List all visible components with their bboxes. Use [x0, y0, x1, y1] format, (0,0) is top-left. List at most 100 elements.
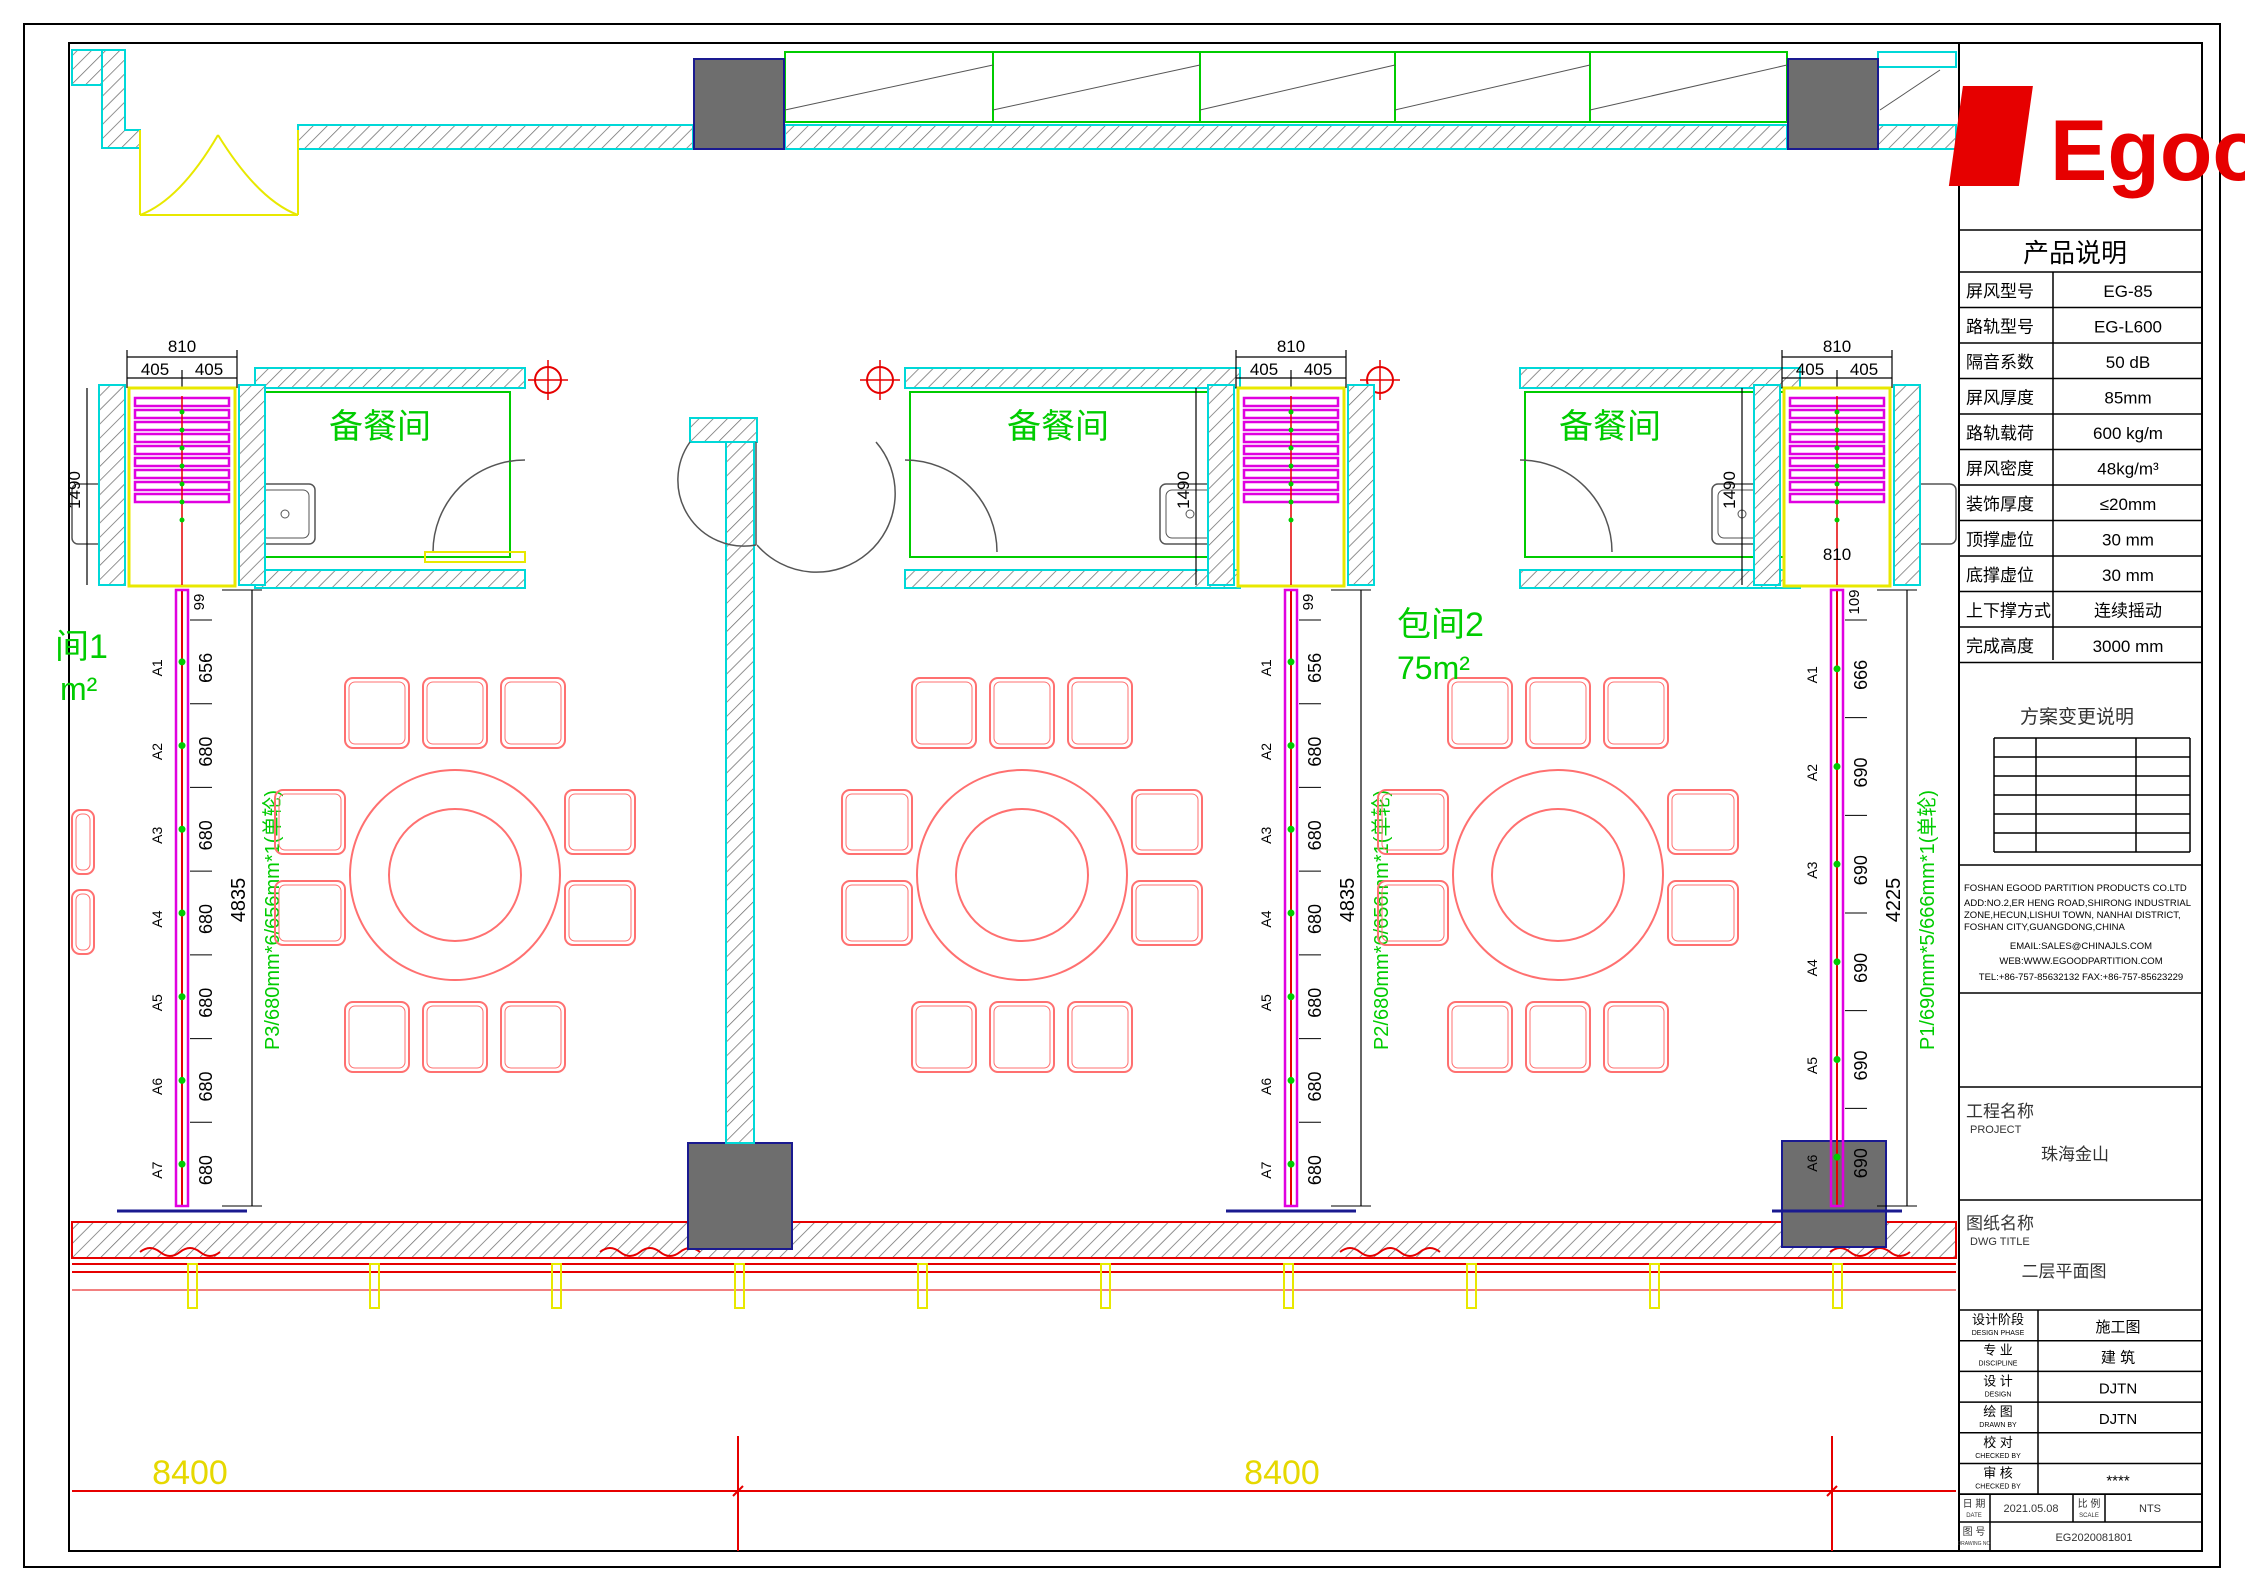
dim-8400-right: 8400 [1244, 1454, 1320, 1492]
stack-dot [1834, 463, 1840, 469]
panel-tag: A3 [149, 827, 165, 844]
column [693, 58, 785, 150]
stack-dot [1288, 481, 1294, 487]
info-label-en: DISCIPLINE [1979, 1361, 2018, 1368]
dwg-label: 图纸名称 [1966, 1214, 2034, 1233]
product-header: 产品说明 [2023, 238, 2127, 268]
dining-furniture [71, 677, 1739, 1073]
dim-1490: 1490 [1720, 471, 1739, 509]
chair [1525, 1001, 1591, 1073]
cad-drawing-sheet: 8400 8400 810 405 405 1490 99 656 A1 680 A2 680 A3… [0, 0, 2245, 1587]
dim-810: 810 [1277, 337, 1305, 356]
chair-seat [348, 681, 406, 745]
panel-tag: A2 [1804, 764, 1820, 781]
lazy-susan [955, 808, 1089, 942]
spec-label: 隔音系数 [1966, 353, 2034, 372]
chair-seat [504, 681, 562, 745]
chair-seat [75, 813, 91, 871]
panel-dim: 680 [196, 1071, 216, 1101]
chair [1667, 880, 1739, 946]
chair [1131, 789, 1203, 855]
panel-tag: A5 [1804, 1057, 1820, 1074]
info-value: 施工图 [2095, 1319, 2140, 1336]
info-value: DJTN [2099, 1411, 2137, 1428]
info-value: **** [2106, 1473, 2130, 1490]
info-label-en: DESIGN PHASE [1972, 1330, 2025, 1337]
chair [1067, 1001, 1133, 1073]
info-value: DJTN [2099, 1380, 2137, 1397]
chair [1667, 789, 1739, 855]
spec-label: 装饰厚度 [1966, 495, 2034, 514]
partition-stack: 810 405 405 1490 99 656 A1 680 A2 680 A3 680 A4 680 A5… [65, 337, 284, 1213]
stack-dot [179, 481, 185, 487]
chair-seat [845, 884, 909, 942]
panel-dot [1287, 658, 1295, 666]
chair [71, 809, 95, 875]
door-swing [1519, 459, 1613, 553]
stack-dot [1834, 481, 1840, 487]
chair [422, 1001, 488, 1073]
dim-total: 4835 [228, 878, 250, 923]
bottom-wall [71, 1140, 1957, 1309]
company-line: EMAIL:SALES@CHINAJLS.COM [2010, 941, 2152, 952]
dim-810-bottom: 810 [1823, 545, 1851, 564]
floor-plan-svg: 8400 8400 810 405 405 1490 99 656 A1 680 A2 680 A3… [23, 23, 2245, 1568]
panel-dim: 690 [1851, 1050, 1871, 1080]
chair [500, 677, 566, 749]
company-line: FOSHAN EGOOD PARTITION PRODUCTS CO.LTD [1964, 883, 2187, 894]
chair [1525, 677, 1591, 749]
stack-dot [1288, 409, 1294, 415]
panel-tag: A1 [1258, 659, 1274, 676]
chair [989, 677, 1055, 749]
stack-dot [1834, 445, 1840, 451]
pantry-bottom-wall [904, 569, 1241, 589]
chair [564, 789, 636, 855]
panel-dim: 680 [196, 737, 216, 767]
panel-tag: A3 [1258, 827, 1274, 844]
panel-tag: A2 [1258, 743, 1274, 760]
dim-1490: 1490 [65, 471, 84, 509]
door-swing [432, 459, 526, 553]
stack-dot [1288, 463, 1294, 469]
spec-label: 上下撑方式 [1966, 602, 2051, 621]
room2-label: 包间2 [1397, 606, 1484, 644]
mid-wall-cap [689, 417, 758, 443]
panel-dim: 680 [196, 904, 216, 934]
title-block: Egood 产品说明 屏风型号 EG-85 路轨型号 EG-L600 隔音系数 50 dB… [1948, 86, 2245, 1551]
info-label: 专 业 [1983, 1343, 2013, 1358]
panel-dot [178, 742, 186, 750]
panel-tag: A1 [149, 659, 165, 676]
stack-side-wall [1207, 384, 1235, 586]
panel-dot [1287, 825, 1295, 833]
date-label-en: DATE [1966, 1513, 1982, 1519]
info-label-en: DESIGN [1985, 1391, 2012, 1398]
change-table [1993, 737, 2191, 853]
panel-dim: 656 [1305, 653, 1325, 683]
panel-dim: 680 [196, 988, 216, 1018]
pantry-room [254, 367, 526, 589]
panel-dim: 690 [1851, 757, 1871, 787]
round-table [1452, 769, 1664, 981]
panel-tag: A7 [149, 1161, 165, 1178]
dwgno-label-en: DRAWING NO [1958, 1541, 1991, 1547]
dim-810: 810 [1823, 337, 1851, 356]
info-label: 设 计 [1983, 1373, 2013, 1388]
spec-value: 连续摇动 [2094, 602, 2162, 621]
dim-offset: 99 [191, 594, 208, 611]
panel-dim: 680 [1305, 820, 1325, 850]
chair-seat [1071, 681, 1129, 745]
room1-area: m² [60, 671, 98, 707]
chair-seat [1451, 681, 1509, 745]
scale-label: 比 例 [2078, 1497, 2101, 1510]
chair-seat [426, 681, 484, 745]
logo-text: Egood [2050, 103, 2245, 199]
spec-value: 3000 mm [2093, 637, 2164, 656]
change-header: 方案变更说明 [2020, 706, 2134, 728]
dim-405: 405 [1250, 360, 1278, 379]
panel-dot [178, 909, 186, 917]
company-line: WEB:WWW.EGOODPARTITION.COM [1999, 956, 2162, 967]
round-table [349, 769, 561, 981]
chair-seat [993, 681, 1051, 745]
project-value: 珠海金山 [2041, 1145, 2109, 1164]
panel-dim: 680 [1305, 1071, 1325, 1101]
